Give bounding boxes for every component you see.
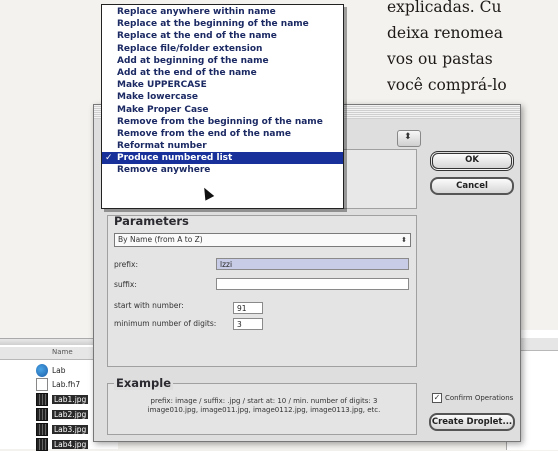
confirm-operations-label: Confirm Operations [445,394,514,402]
chevron-updown-icon: ⬍ [401,236,407,244]
menu-item[interactable]: Replace at the end of the name [102,30,343,42]
file-row[interactable]: Lab2.jpg [36,407,89,421]
example-title: Example [114,376,173,390]
image-icon [36,407,48,421]
example-line: image010.jpg, image011.jpg, image0112.jp… [147,406,381,414]
confirm-operations-checkbox[interactable]: ✓ Confirm Operations [432,393,513,403]
menu-item-label: Remove anywhere [117,165,211,176]
menu-item[interactable]: Replace file/folder extension [102,43,343,55]
file-name: Lab.fh7 [52,379,81,389]
image-icon [36,392,48,406]
example-group: Example prefix: image / suffix: .jpg / s… [107,376,417,435]
sort-order-value: By Name (from A to Z) [118,235,203,244]
menu-item-label: Add at the end of the name [117,67,257,78]
file-name: Lab2.jpg [52,409,89,419]
menu-item[interactable]: Reformat number [102,140,343,152]
operation-menu: Replace anywhere within name Replace at … [101,4,344,209]
menu-item-label: Make Proper Case [117,104,209,115]
menu-item-label: Make UPPERCASE [117,80,207,91]
menu-item-selected[interactable]: ✓ Produce numbered list [102,152,343,165]
article-line: deixa renomea [387,24,503,42]
file-name: Lab4.jpg [52,439,89,449]
chevron-updown-icon: ⬍ [404,132,412,142]
prefix-field[interactable]: lzzi [216,258,409,270]
image-icon [36,422,48,436]
menu-item-label: Make lowercase [117,92,199,103]
checkbox-icon: ✓ [432,393,442,403]
menu-item[interactable]: Remove from the beginning of the name [102,116,343,128]
menu-item-label: Replace at the end of the name [117,31,277,42]
example-line: prefix: image / suffix: .jpg / start at:… [150,397,378,405]
menu-item-label: Produce numbered list [117,153,233,164]
menu-item-label: Replace file/folder extension [117,43,263,54]
file-row[interactable]: Lab [36,363,66,377]
file-name: Lab [52,365,66,375]
prefix-label: prefix: [114,260,138,269]
file-row[interactable]: Lab4.jpg [36,437,89,451]
menu-item-label: Add at beginning of the name [117,55,269,66]
min-digits-label: minimum number of digits: [114,319,217,328]
file-row[interactable]: Lab3.jpg [36,422,89,436]
ok-button[interactable]: OK [430,151,514,171]
menu-item-label: Replace anywhere within name [117,7,276,17]
parameters-title: Parameters [114,214,189,228]
start-number-label: start with number: [114,301,184,310]
article-line: vos ou pastas [387,50,493,68]
menu-item-label: Remove from the beginning of the name [117,116,323,127]
start-number-field[interactable]: 91 [233,302,263,314]
article-text: explicadas. Cu deixa renomea vos ou past… [387,0,558,98]
article-line: você comprá-lo [387,76,507,94]
image-icon [36,437,48,451]
suffix-label: suffix: [114,280,137,289]
parameters-group: Parameters By Name (from A to Z) ⬍ prefi… [107,214,417,367]
menu-item[interactable]: Make UPPERCASE [102,79,343,91]
menu-item-label: Replace at the beginning of the name [117,19,309,30]
sort-order-select[interactable]: By Name (from A to Z) ⬍ [114,233,411,247]
app-icon [36,363,48,377]
suffix-field[interactable] [216,278,409,290]
create-droplet-button[interactable]: Create Droplet... [429,413,515,431]
file-name: Lab1.jpg [52,394,89,404]
min-digits-field[interactable]: 3 [233,318,263,330]
operation-popup-button[interactable]: ⬍ [397,130,421,147]
menu-item[interactable]: Make lowercase [102,91,343,103]
menu-item[interactable]: Add at beginning of the name [102,55,343,67]
menu-item[interactable]: Replace anywhere within name [102,6,343,18]
menu-item[interactable]: Remove from the end of the name [102,128,343,140]
column-name-label: Name [52,348,73,356]
menu-item[interactable]: Replace at the beginning of the name [102,18,343,30]
file-row[interactable]: Lab.fh7 [36,377,80,391]
menu-item[interactable]: Remove anywhere [102,164,343,176]
file-name: Lab3.jpg [52,424,89,434]
checkmark-icon: ✓ [105,153,113,164]
document-icon [36,377,48,391]
menu-item-label: Remove from the end of the name [117,128,291,139]
file-row[interactable]: Lab1.jpg [36,392,89,406]
menu-item[interactable]: Make Proper Case [102,104,343,116]
menu-item-label: Reformat number [117,141,207,152]
cancel-button[interactable]: Cancel [430,177,514,195]
menu-item[interactable]: Add at the end of the name [102,67,343,79]
article-line: explicadas. Cu [387,0,502,16]
